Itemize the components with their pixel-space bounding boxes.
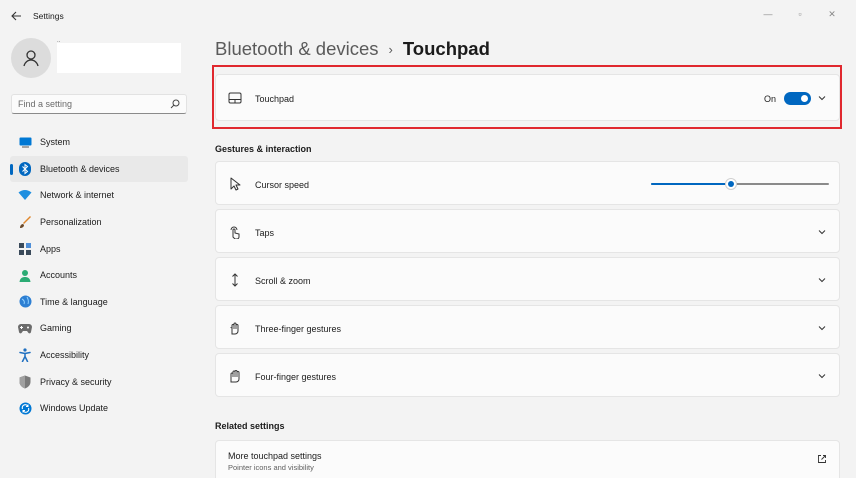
touchpad-toggle-group: On: [764, 92, 811, 105]
toggle-state-label: On: [763, 93, 776, 104]
apps-icon: [18, 242, 32, 256]
card-label: Three-finger gestures: [255, 324, 342, 334]
more-touchpad-settings-label: More touchpad settings: [228, 451, 322, 461]
chevron-down-icon[interactable]: [817, 371, 827, 381]
sidebar-item-gaming[interactable]: Gaming: [10, 315, 188, 342]
system-icon: [18, 135, 32, 149]
touchpad-card[interactable]: Touchpad On: [215, 74, 840, 121]
cursor-speed-card: Cursor speed: [215, 161, 840, 205]
four-finger-gestures-card[interactable]: Four-finger gestures: [215, 353, 840, 397]
sidebar-item-system[interactable]: System: [10, 129, 188, 156]
search-icon[interactable]: [170, 99, 180, 109]
breadcrumb-separator: ›: [388, 41, 393, 57]
app-title: Settings: [33, 11, 64, 21]
sidebar-item-label: Time & language: [40, 296, 108, 307]
nav-list: System Bluetooth & devices Network & inter…: [10, 129, 188, 422]
sidebar-item-label: Apps: [40, 243, 61, 254]
sidebar-item-bluetooth-devices[interactable]: Bluetooth & devices: [10, 155, 188, 183]
accessibility-icon: [18, 348, 32, 363]
scroll-icon: [228, 273, 242, 287]
breadcrumb: Bluetooth & devices › Touchpad: [215, 38, 490, 60]
update-icon: [18, 401, 32, 415]
bluetooth-icon: [18, 161, 32, 176]
window-controls: — ▫ ✕: [752, 5, 848, 23]
sidebar-item-label: Accessibility: [40, 350, 90, 361]
breadcrumb-parent[interactable]: Bluetooth & devices: [215, 38, 379, 60]
chevron-down-icon[interactable]: [817, 93, 827, 103]
chevron-down-icon[interactable]: [817, 275, 827, 285]
back-button[interactable]: [8, 8, 24, 24]
chevron-down-icon[interactable]: [817, 323, 827, 333]
accounts-icon: [18, 268, 32, 282]
sidebar-item-label: Gaming: [40, 323, 72, 334]
sidebar: .. Find a setting System Bluetooth & devi…: [0, 32, 200, 478]
three-finger-icon: [228, 321, 242, 335]
sidebar-item-accounts[interactable]: Accounts: [10, 262, 188, 289]
sidebar-item-time-language[interactable]: Time & language: [10, 289, 188, 316]
search-box[interactable]: Find a setting: [11, 94, 187, 114]
minimize-button[interactable]: —: [752, 5, 784, 23]
cursor-speed-slider[interactable]: [651, 177, 829, 191]
sidebar-item-label: Network & internet: [40, 190, 115, 201]
touchpad-toggle[interactable]: [784, 92, 811, 105]
external-link-icon[interactable]: [817, 454, 827, 464]
cursor-speed-label: Cursor speed: [255, 180, 310, 190]
maximize-button[interactable]: ▫: [784, 5, 816, 23]
title-bar: Settings — ▫ ✕: [0, 0, 856, 32]
brush-icon: [18, 215, 32, 229]
cursor-icon: [228, 177, 242, 191]
back-arrow-icon: [10, 11, 21, 21]
tap-icon: [228, 225, 242, 239]
shield-icon: [18, 375, 32, 389]
sidebar-item-accessibility[interactable]: Accessibility: [10, 342, 188, 369]
sidebar-item-label: Bluetooth & devices: [40, 163, 120, 174]
related-section-title: Related settings: [215, 421, 285, 431]
sidebar-item-apps[interactable]: Apps: [10, 235, 188, 262]
user-icon: [23, 50, 39, 67]
slider-fill: [651, 183, 732, 185]
sidebar-item-label: Accounts: [40, 270, 78, 281]
three-finger-gestures-card[interactable]: Three-finger gestures: [215, 305, 840, 349]
chevron-down-icon[interactable]: [817, 227, 827, 237]
sidebar-item-label: Personalization: [40, 217, 102, 228]
card-label: Scroll & zoom: [255, 276, 311, 286]
wifi-icon: [18, 188, 32, 202]
gaming-icon: [18, 321, 32, 335]
more-touchpad-settings-card[interactable]: More touchpad settings Pointer icons and…: [215, 440, 840, 478]
touchpad-label: Touchpad: [255, 94, 295, 104]
card-label: Four-finger gestures: [255, 372, 337, 382]
sidebar-item-label: Privacy & security: [40, 376, 112, 387]
gestures-section-title: Gestures & interaction: [215, 144, 312, 154]
search-input[interactable]: Find a setting: [18, 99, 170, 109]
avatar[interactable]: [11, 38, 51, 78]
globe-icon: [18, 295, 32, 309]
sidebar-item-network-internet[interactable]: Network & internet: [10, 182, 188, 209]
more-touchpad-settings-subtitle: Pointer icons and visibility: [228, 463, 314, 472]
four-finger-icon: [228, 369, 242, 383]
sidebar-item-personalization[interactable]: Personalization: [10, 209, 188, 236]
sidebar-item-label: System: [40, 137, 71, 148]
taps-card[interactable]: Taps: [215, 209, 840, 253]
card-label: Taps: [255, 228, 275, 238]
scroll-zoom-card[interactable]: Scroll & zoom: [215, 257, 840, 301]
sidebar-item-privacy-security[interactable]: Privacy & security: [10, 368, 188, 395]
touchpad-icon: [228, 91, 242, 105]
user-name-redacted: [57, 43, 181, 73]
slider-thumb[interactable]: [725, 178, 738, 190]
page-title: Touchpad: [402, 38, 490, 59]
close-button[interactable]: ✕: [816, 5, 848, 23]
sidebar-item-label: Windows Update: [40, 403, 109, 414]
sidebar-item-windows-update[interactable]: Windows Update: [10, 395, 188, 422]
